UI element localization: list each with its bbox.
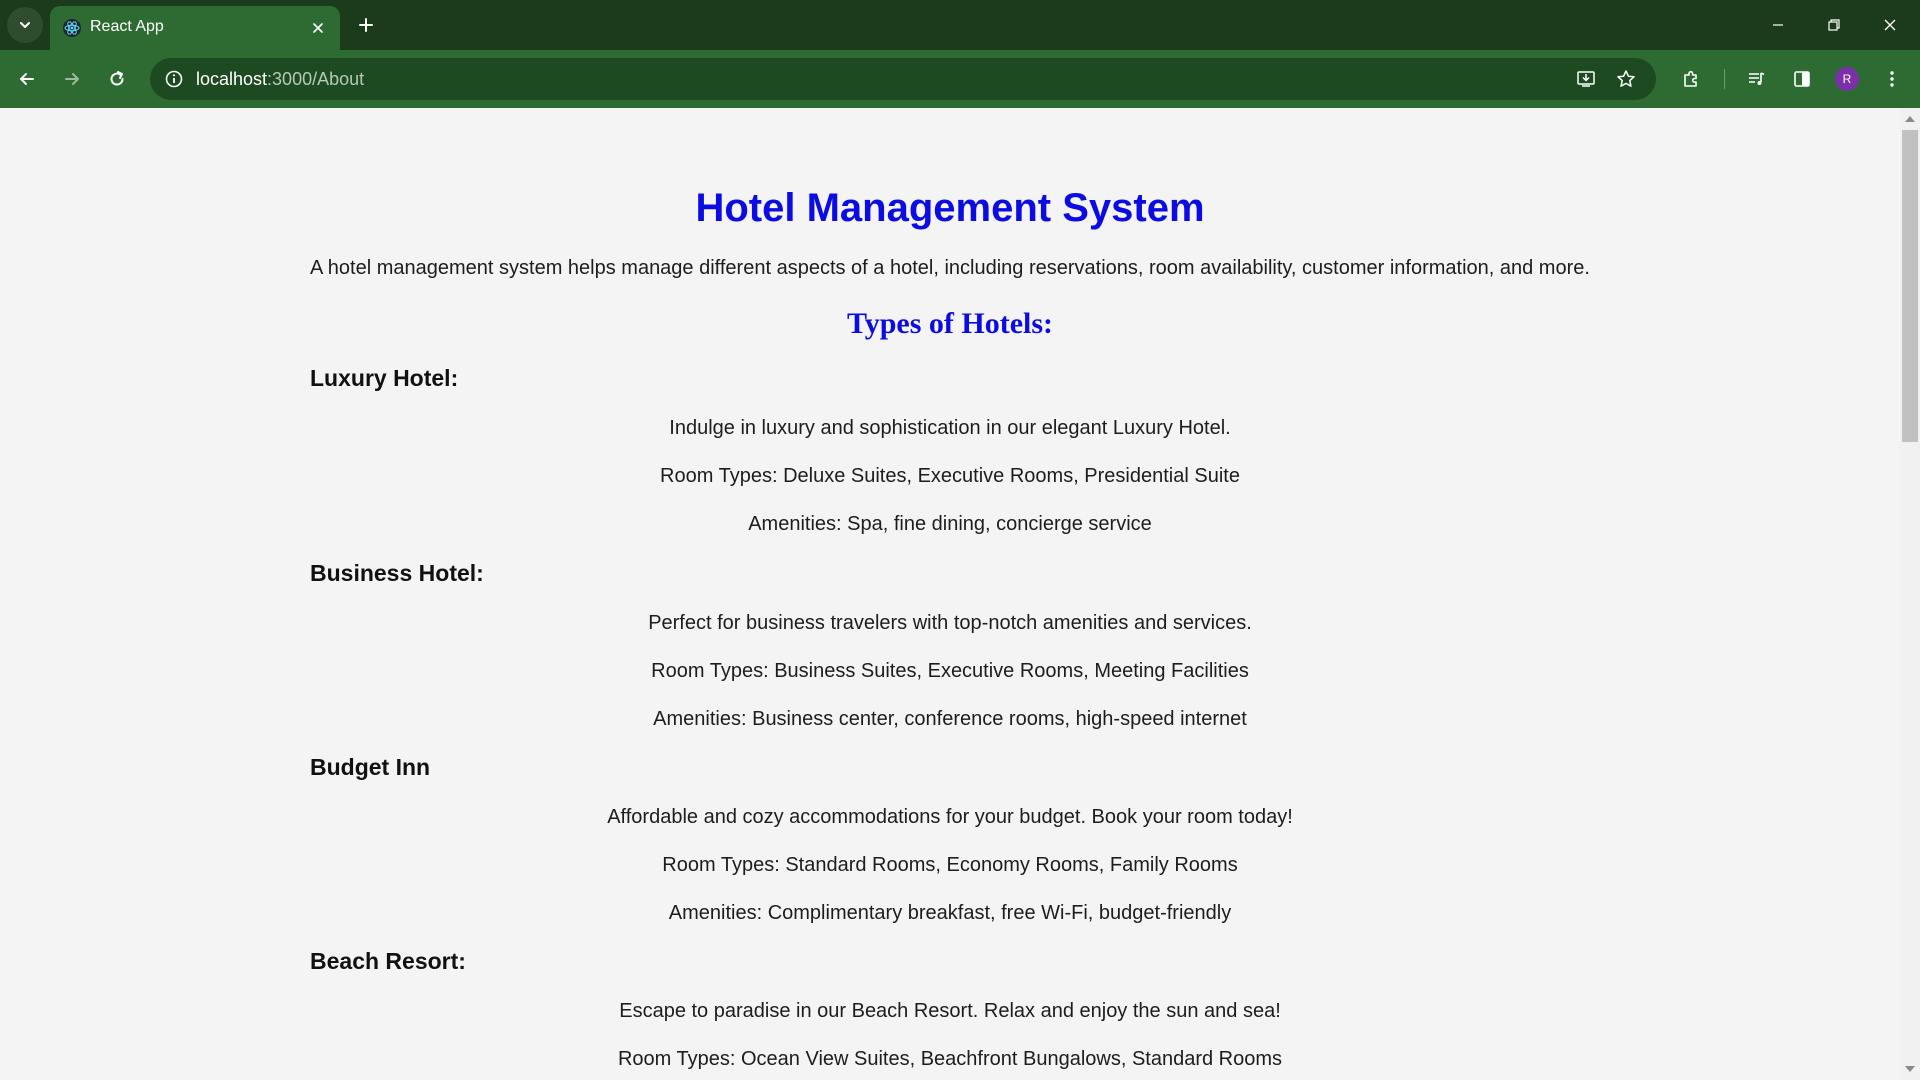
playlist-icon <box>1749 72 1765 85</box>
tab-search-button[interactable] <box>7 7 43 43</box>
restore-button[interactable] <box>1814 8 1854 42</box>
restore-icon <box>1828 19 1840 31</box>
minimize-button[interactable] <box>1758 8 1798 42</box>
menu-button[interactable] <box>1874 61 1910 97</box>
star-icon <box>1617 70 1635 87</box>
scroll-down-arrow[interactable] <box>1905 1066 1915 1072</box>
tab-close-button[interactable] <box>306 16 330 40</box>
hotel-description: Indulge in luxury and sophistication in … <box>669 417 1231 439</box>
tab-title: React App <box>90 18 164 35</box>
more-vertical-icon <box>1890 71 1894 87</box>
bookmark-button[interactable] <box>1612 65 1640 93</box>
url-host: localhost <box>196 69 268 89</box>
url-path: :3000/About <box>267 69 365 89</box>
page-viewport: Hotel Management System A hotel manageme… <box>0 108 1900 1080</box>
arrow-right-icon <box>65 73 79 85</box>
install-icon <box>1577 71 1595 87</box>
scroll-up-arrow[interactable] <box>1905 116 1915 122</box>
hotel-amenities: Amenities: Spa, fine dining, concierge s… <box>748 513 1152 535</box>
avatar: R <box>1835 67 1859 91</box>
minimize-icon <box>1773 24 1783 26</box>
types-heading: Types of Hotels: <box>846 307 1054 340</box>
back-button[interactable] <box>9 61 45 97</box>
scroll-thumb[interactable] <box>1902 130 1918 442</box>
browser-toolbar: localhost:3000/About R <box>0 50 1920 108</box>
hotel-description: Perfect for business travelers with top-… <box>648 612 1252 634</box>
address-bar[interactable]: localhost:3000/About <box>150 58 1656 100</box>
side-panel-icon <box>1794 71 1810 87</box>
vertical-scrollbar[interactable] <box>1900 108 1920 1080</box>
puzzle-icon <box>1684 70 1697 87</box>
hotel-amenities: Amenities: Complimentary breakfast, free… <box>668 902 1232 924</box>
reload-icon <box>110 71 124 86</box>
hotel-amenities: Amenities: Business center, conference r… <box>653 708 1247 730</box>
close-icon <box>1884 19 1896 31</box>
extensions-button[interactable] <box>1673 61 1709 97</box>
url-text: localhost:3000/About <box>196 69 364 90</box>
hotel-room-types: Room Types: Standard Rooms, Economy Room… <box>662 854 1238 876</box>
browser-tab[interactable]: React App <box>50 6 340 50</box>
profile-button[interactable]: R <box>1829 61 1865 97</box>
react-icon <box>63 19 81 37</box>
hotel-description: Escape to paradise in our Beach Resort. … <box>619 1000 1281 1022</box>
new-tab-button[interactable] <box>352 11 380 39</box>
chevron-down-icon <box>20 22 30 28</box>
hotel-name-business: Business Hotel: <box>310 560 484 586</box>
hotel-description: Affordable and cozy accommodations for y… <box>607 806 1293 828</box>
reload-button[interactable] <box>99 61 135 97</box>
side-panel-button[interactable] <box>1784 61 1820 97</box>
hotel-name-budget: Budget Inn <box>310 754 431 780</box>
site-info-button[interactable] <box>160 65 188 93</box>
hotel-room-types: Room Types: Business Suites, Executive R… <box>651 660 1249 682</box>
plus-icon <box>359 18 373 32</box>
forward-button[interactable] <box>54 61 90 97</box>
close-icon <box>313 23 323 33</box>
hotel-name-beach: Beach Resort: <box>310 948 466 974</box>
page-title: Hotel Management System <box>695 186 1205 230</box>
close-window-button[interactable] <box>1870 8 1910 42</box>
intro-paragraph: A hotel management system helps manage d… <box>310 257 1590 279</box>
info-icon <box>165 70 183 88</box>
hotel-room-types: Room Types: Deluxe Suites, Executive Roo… <box>660 465 1240 487</box>
hotel-room-types: Room Types: Ocean View Suites, Beachfron… <box>617 1048 1283 1070</box>
toolbar-separator <box>1724 69 1725 89</box>
hotel-name-luxury: Luxury Hotel: <box>310 365 459 391</box>
media-controls-button[interactable] <box>1739 61 1775 97</box>
arrow-left-icon <box>20 73 34 85</box>
install-app-button[interactable] <box>1572 65 1600 93</box>
tab-strip: React App <box>0 0 1920 50</box>
